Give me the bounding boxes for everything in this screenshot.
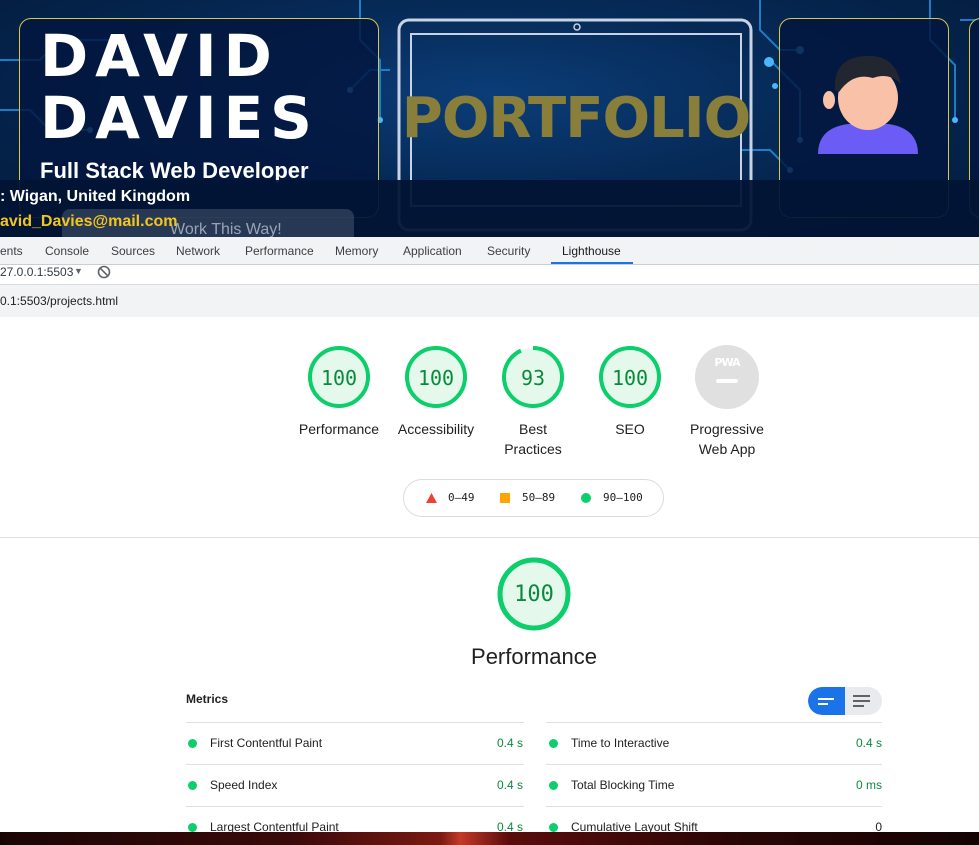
label-seo: SEO	[615, 421, 645, 437]
metric-value: 0.4 s	[496, 778, 523, 792]
metric-value: 0 ms	[855, 778, 882, 792]
portfolio-title: PORTFOLIO	[401, 86, 751, 151]
compact-view-icon	[818, 698, 834, 705]
tab-network[interactable]: Network	[176, 244, 220, 258]
name-last: DAVIES	[40, 84, 319, 152]
cta-button-label: Work This Way!	[170, 221, 282, 238]
pass-dot-icon	[549, 823, 558, 832]
metric-divider	[546, 806, 882, 807]
name-first: DAVID	[40, 22, 279, 90]
tab-console[interactable]: Console	[45, 244, 89, 258]
metric-divider	[186, 722, 524, 723]
score-performance: 100	[320, 366, 358, 390]
metric-divider	[186, 806, 524, 807]
tab-lighthouse[interactable]: Lighthouse	[562, 244, 621, 258]
portfolio-page: DAVID DAVIES Full Stack Web Developer PO…	[0, 0, 979, 238]
location-text: : Wigan, United Kingdom	[0, 188, 191, 205]
taskbar-strip	[0, 832, 979, 845]
url-select[interactable]: 27.0.0.1:5503	[0, 265, 73, 279]
label-pwa-1: Progressive	[690, 421, 764, 437]
email-link[interactable]: avid_Davies@mail.com	[0, 213, 177, 231]
url-toolbar: 27.0.0.1:5503 ▼	[0, 265, 979, 285]
metric-name: Total Blocking Time	[571, 778, 675, 792]
pass-dot-icon	[188, 781, 197, 790]
average-square-icon	[500, 493, 510, 503]
tab-memory[interactable]: Memory	[335, 244, 378, 258]
metric-divider	[546, 722, 882, 723]
metrics-heading: Metrics	[186, 692, 229, 706]
label-best-practices-1: Best	[518, 421, 547, 437]
tab-elements[interactable]: ents	[0, 244, 23, 258]
pass-dot-icon	[549, 739, 558, 748]
pass-dot-icon	[188, 823, 197, 832]
score-best-practices: 93	[520, 366, 546, 390]
performance-heading: Performance	[471, 644, 597, 669]
label-performance: Performance	[298, 421, 380, 437]
label-pwa-2: Web App	[698, 441, 756, 457]
pwa-badge-icon	[695, 345, 759, 409]
pass-dot-icon	[549, 781, 558, 790]
metric-value: 0.4 s	[855, 736, 882, 750]
metric-divider	[546, 764, 882, 765]
pwa-badge-text: PWA	[714, 356, 740, 369]
metric-name: Time to Interactive	[571, 736, 670, 750]
section-divider	[0, 537, 979, 538]
metric-divider	[186, 764, 524, 765]
score-legend: 0–49 50–89 90–100	[403, 479, 664, 517]
metric-name: First Contentful Paint	[210, 736, 323, 750]
active-tab-indicator	[551, 262, 633, 264]
report-url-bar: 0.1:5503/projects.html	[0, 285, 979, 317]
label-best-practices-2: Practices	[504, 441, 562, 457]
metric-value: 0.4 s	[496, 736, 523, 750]
clear-block-icon[interactable]	[97, 265, 111, 279]
legend-average: 50–89	[522, 491, 556, 504]
devtools-tabbar: ents Console Sources Network Performance…	[0, 237, 979, 265]
fail-triangle-icon	[426, 493, 437, 503]
legend-pass: 90–100	[603, 491, 643, 504]
score-seo: 100	[611, 366, 649, 390]
metrics-view-toggle[interactable]	[808, 687, 882, 715]
pass-circle-icon	[581, 493, 591, 503]
report-url: 0.1:5503/projects.html	[0, 294, 119, 308]
dropdown-caret-icon[interactable]: ▼	[74, 266, 83, 276]
tab-application[interactable]: Application	[403, 244, 462, 258]
pass-dot-icon	[188, 739, 197, 748]
legend-fail: 0–49	[448, 491, 475, 504]
tab-performance[interactable]: Performance	[245, 244, 314, 258]
score-accessibility: 100	[417, 366, 455, 390]
avatar-icon	[818, 55, 918, 154]
metric-name: Speed Index	[210, 778, 278, 792]
label-accessibility: Accessibility	[397, 421, 475, 437]
tab-sources[interactable]: Sources	[111, 244, 155, 258]
tab-security[interactable]: Security	[487, 244, 530, 258]
performance-score-large: 100	[514, 582, 554, 607]
expanded-view-icon[interactable]	[853, 695, 871, 707]
